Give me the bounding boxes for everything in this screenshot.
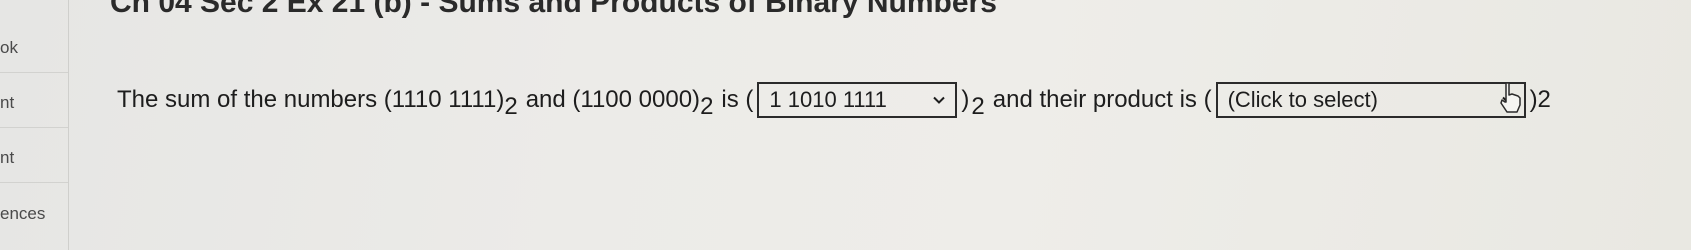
sidebar-item-label: ok bbox=[0, 38, 18, 57]
question-part-6: )2 bbox=[1529, 86, 1551, 113]
chevron-down-icon bbox=[933, 96, 946, 104]
sidebar-item-label: nt bbox=[0, 148, 15, 167]
question-part-5: and their product is ( bbox=[992, 86, 1212, 113]
sum-answer-value: 1 1010 1111 bbox=[769, 87, 887, 112]
page-title: Ch 04 Sec 2 Ex 21 (b) - Sums and Product… bbox=[110, 0, 997, 19]
product-answer-value: (Click to select) bbox=[1227, 87, 1378, 112]
sidebar-item-4[interactable]: ences bbox=[0, 183, 68, 238]
sum-answer-dropdown[interactable]: 1 1010 1111 bbox=[757, 82, 958, 118]
question-part-4: ) bbox=[961, 86, 970, 113]
product-answer-dropdown[interactable]: (Click to select) bbox=[1215, 82, 1526, 118]
sidebar-item-label: ences bbox=[0, 204, 46, 223]
question-part-1: The sum of the numbers (1110 1111) bbox=[117, 86, 505, 113]
sidebar-item-label: nt bbox=[0, 93, 15, 112]
sidebar-item-1[interactable]: ok bbox=[0, 18, 68, 73]
mouse-pointer-icon bbox=[1500, 82, 1521, 113]
question-text: The sum of the numbers (1110 1111) 2 and… bbox=[117, 82, 1551, 120]
question-part-2: and (1100 0000) bbox=[525, 86, 701, 113]
subscript-base: 2 bbox=[504, 93, 518, 120]
subscript-base: 2 bbox=[700, 93, 714, 120]
question-part-3: is ( bbox=[721, 86, 754, 113]
sidebar-item-3[interactable]: nt bbox=[0, 128, 68, 183]
sidebar: ok nt nt ences bbox=[0, 0, 69, 250]
sidebar-item-2[interactable]: nt bbox=[0, 73, 68, 128]
subscript-base: 2 bbox=[971, 93, 985, 120]
